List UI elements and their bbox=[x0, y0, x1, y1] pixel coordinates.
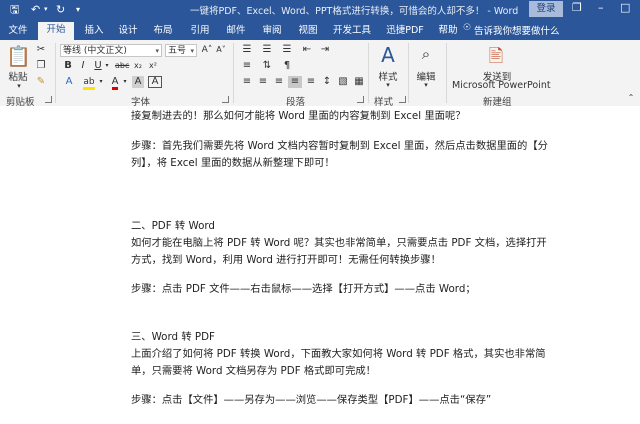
superscript-icon[interactable]: x² bbox=[147, 60, 159, 72]
tab-layout[interactable]: 布局 bbox=[149, 23, 177, 40]
show-marks-icon[interactable]: ¶ bbox=[280, 60, 294, 72]
undo-dropdown-icon[interactable]: ▾ bbox=[44, 2, 48, 17]
text-effects-icon[interactable]: A bbox=[63, 76, 75, 88]
sort-icon[interactable]: ⇅ bbox=[260, 60, 274, 72]
tab-developer[interactable]: 开发工具 bbox=[329, 23, 375, 40]
doc-line: 方式，找到 Word，利用 Word 进行打开即可！无需任何转换步骤！ bbox=[131, 254, 441, 266]
redo-icon[interactable]: ↻ bbox=[56, 2, 65, 17]
character-border-icon[interactable]: A bbox=[148, 76, 162, 88]
styles-icon[interactable]: A bbox=[377, 43, 399, 67]
clipboard-launcher-icon[interactable] bbox=[45, 96, 52, 103]
highlight-color-icon[interactable]: ab bbox=[82, 76, 96, 90]
shading-icon[interactable]: ▧ bbox=[336, 76, 350, 88]
doc-line: 列】，将 Excel 里面的数据从新整理下即可！ bbox=[131, 157, 335, 169]
tell-me-search[interactable]: 告诉我你想要做什么 bbox=[474, 23, 560, 37]
font-name-combo[interactable]: 等线 (中文正文) ▾ bbox=[60, 44, 162, 57]
editing-dropdown-icon[interactable]: ▾ bbox=[421, 81, 431, 89]
doc-line: 如何才能在电脑上将 PDF 转 Word 呢？其实也非常简单，只需要点击 PDF… bbox=[131, 237, 547, 249]
cut-icon[interactable]: ✂ bbox=[35, 44, 47, 56]
strikethrough-icon[interactable]: abc bbox=[115, 60, 129, 72]
group-separator bbox=[446, 43, 447, 103]
tab-references[interactable]: 引用 bbox=[186, 23, 214, 40]
powerpoint-label[interactable]: Microsoft PowerPoint bbox=[452, 80, 551, 91]
styles-dropdown-icon[interactable]: ▾ bbox=[383, 81, 393, 89]
increase-indent-icon[interactable]: ⇥ bbox=[318, 44, 332, 56]
justify-icon[interactable]: ≡ bbox=[288, 76, 302, 88]
document-canvas[interactable]: 接复制进去的！那么如何才能将 Word 里面的内容复制到 Excel 里面呢？ … bbox=[0, 106, 640, 424]
paste-dropdown-icon[interactable]: ▾ bbox=[14, 82, 24, 90]
tab-mailings[interactable]: 邮件 bbox=[222, 23, 250, 40]
shrink-font-icon[interactable]: A˅ bbox=[215, 44, 227, 56]
lightbulb-icon: ☉ bbox=[463, 23, 472, 33]
styles-launcher-icon[interactable] bbox=[399, 96, 406, 103]
italic-icon[interactable]: I bbox=[78, 60, 88, 72]
highlight-dropdown-icon[interactable]: ▾ bbox=[98, 76, 104, 88]
numbering-icon[interactable]: ☰ bbox=[260, 44, 274, 56]
collapse-ribbon-icon[interactable]: ⌃ bbox=[626, 93, 636, 102]
paragraph-launcher-icon[interactable] bbox=[357, 96, 364, 103]
window-title: 一键将PDF、Excel、Word、PPT格式进行转换，可惜会的人却不多！ - … bbox=[190, 6, 519, 17]
format-painter-icon[interactable]: ✎ bbox=[35, 76, 47, 88]
grow-font-icon[interactable]: A˄ bbox=[201, 44, 213, 56]
doc-heading: 二、PDF 转 Word bbox=[131, 220, 215, 232]
save-icon[interactable]: 🖫 bbox=[10, 2, 19, 17]
maximize-icon[interactable]: □ bbox=[620, 1, 630, 14]
group-separator bbox=[368, 43, 369, 103]
tab-file[interactable]: 文件 bbox=[4, 23, 32, 40]
font-name-value: 等线 (中文正文) bbox=[63, 46, 127, 56]
find-icon[interactable]: ⌕ bbox=[415, 45, 437, 63]
ribbon-display-options-icon[interactable]: ❐ bbox=[572, 1, 582, 14]
multilevel-list-icon[interactable]: ☰ bbox=[280, 44, 294, 56]
font-size-value: 五号 bbox=[168, 46, 187, 56]
login-button[interactable]: 登录 bbox=[529, 1, 563, 17]
customize-quick-access-icon[interactable]: ▾ bbox=[76, 2, 80, 17]
bold-icon[interactable]: B bbox=[63, 60, 73, 72]
chinese-layout-icon[interactable]: ≡ bbox=[240, 60, 254, 72]
doc-line: 步骤：点击【文件】——另存为——浏览——保存类型【PDF】——点击“保存” bbox=[131, 394, 492, 406]
line-spacing-icon[interactable]: ↕ bbox=[320, 76, 334, 88]
doc-line: 单，只需要将 Word 文档另存为 PDF 格式即可完成！ bbox=[131, 365, 376, 377]
doc-heading: 三、Word 转 PDF bbox=[131, 331, 215, 343]
tab-review[interactable]: 审阅 bbox=[258, 23, 286, 40]
paste-label[interactable]: 粘贴 bbox=[5, 69, 31, 83]
tab-xunjie-pdf[interactable]: 迅捷PDF bbox=[382, 23, 428, 40]
doc-line: 接复制进去的！那么如何才能将 Word 里面的内容复制到 Excel 里面呢？ bbox=[131, 110, 466, 122]
tab-help[interactable]: 帮助 bbox=[434, 23, 462, 40]
font-name-dropdown-icon[interactable]: ▾ bbox=[155, 45, 159, 58]
copy-icon[interactable]: ❐ bbox=[35, 60, 47, 72]
font-launcher-icon[interactable] bbox=[222, 96, 229, 103]
minimize-icon[interactable]: – bbox=[598, 1, 604, 14]
underline-dropdown-icon[interactable]: ▾ bbox=[104, 60, 110, 72]
distributed-icon[interactable]: ≡ bbox=[304, 76, 318, 88]
font-color-dropdown-icon[interactable]: ▾ bbox=[122, 76, 128, 88]
title-bar: 🖫 ↶ ▾ ↻ ▾ 一键将PDF、Excel、Word、PPT格式进行转换，可惜… bbox=[0, 0, 640, 19]
decrease-indent-icon[interactable]: ⇤ bbox=[300, 44, 314, 56]
font-size-dropdown-icon[interactable]: ▾ bbox=[190, 45, 194, 58]
borders-icon[interactable]: ▦ bbox=[352, 76, 366, 88]
group-separator bbox=[233, 43, 234, 103]
tab-design[interactable]: 设计 bbox=[114, 23, 142, 40]
underline-icon[interactable]: U bbox=[93, 60, 103, 72]
align-right-icon[interactable]: ≡ bbox=[272, 76, 286, 88]
paste-icon[interactable]: 📋 bbox=[6, 44, 31, 70]
doc-line: 步骤：首先我们需要先将 Word 文档内容暂时复制到 Excel 里面，然后点击… bbox=[131, 140, 548, 152]
font-size-combo[interactable]: 五号 ▾ bbox=[165, 44, 197, 57]
subscript-icon[interactable]: x₂ bbox=[132, 60, 144, 72]
tab-home[interactable]: 开始 bbox=[38, 22, 74, 40]
tab-view[interactable]: 视图 bbox=[294, 23, 322, 40]
bullets-icon[interactable]: ☰ bbox=[240, 44, 254, 56]
group-separator bbox=[408, 43, 409, 103]
tab-insert[interactable]: 插入 bbox=[80, 23, 108, 40]
doc-line: 步骤：点击 PDF 文件——右击鼠标——选择【打开方式】——点击 Word； bbox=[131, 283, 476, 295]
undo-icon[interactable]: ↶ bbox=[31, 2, 40, 17]
ribbon: 📋 粘贴 ▾ ✂ ❐ ✎ 剪贴板 等线 (中文正文) ▾ 五号 ▾ A˄ A˅ … bbox=[0, 40, 640, 108]
align-left-icon[interactable]: ≡ bbox=[240, 76, 254, 88]
character-shading-icon[interactable]: A bbox=[132, 76, 144, 88]
group-separator bbox=[55, 43, 56, 103]
font-color-icon[interactable]: A bbox=[109, 76, 121, 90]
doc-line: 上面介绍了如何将 PDF 转换 Word，下面教大家如何将 Word 转 PDF… bbox=[131, 348, 546, 360]
align-center-icon[interactable]: ≡ bbox=[256, 76, 270, 88]
ribbon-tab-bar: 文件 开始 插入 设计 布局 引用 邮件 审阅 视图 开发工具 迅捷PDF 帮助… bbox=[0, 19, 640, 40]
